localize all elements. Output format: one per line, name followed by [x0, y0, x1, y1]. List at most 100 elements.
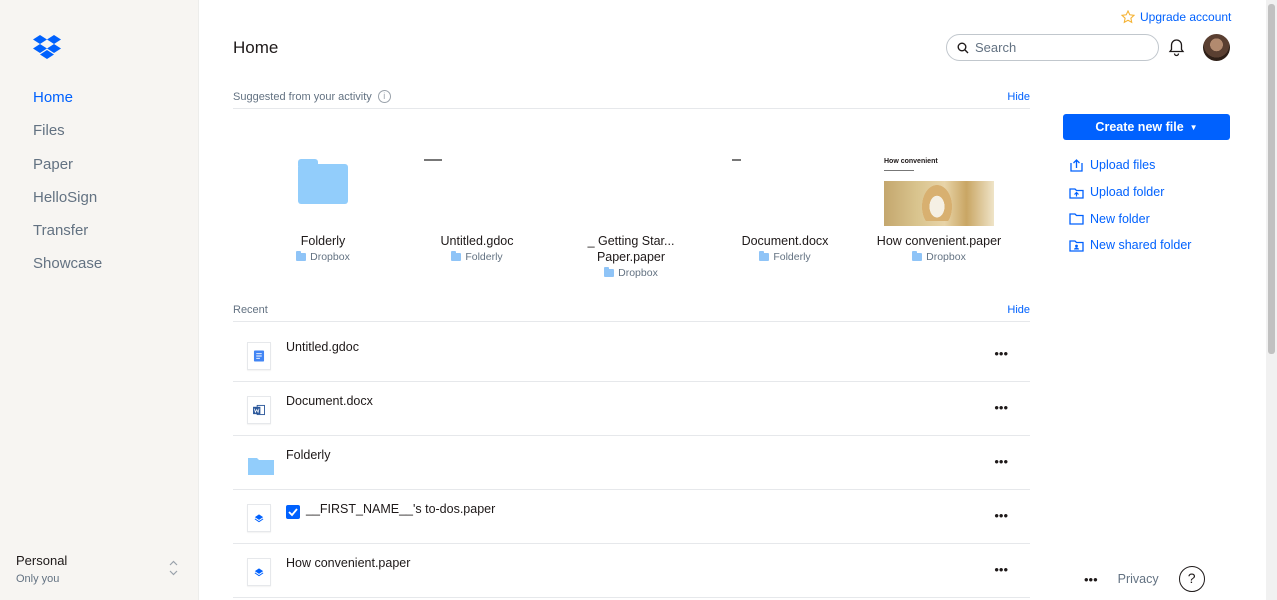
- suggested-card[interactable]: _ Getting Star... Paper.paper Dropbox: [556, 150, 706, 279]
- suggested-card[interactable]: Untitled.gdoc Folderly: [402, 150, 552, 263]
- folder-icon: [296, 251, 307, 261]
- paper-thumbnail: [556, 150, 706, 230]
- card-title: Document.docx: [741, 234, 829, 248]
- checkbox-icon: [286, 505, 300, 519]
- shared-folder-icon: [1069, 240, 1084, 252]
- list-item[interactable]: __FIRST_NAME__'s to-dos.paper •••: [233, 490, 1030, 544]
- scrollbar-thumb[interactable]: [1268, 4, 1275, 354]
- create-new-file-label: Create new file: [1095, 120, 1184, 134]
- card-location: Dropbox: [618, 267, 658, 279]
- list-item[interactable]: Document.docx •••: [233, 382, 1030, 436]
- suggested-header: Suggested from your activity i Hide: [233, 85, 1030, 109]
- account-name: Personal: [16, 553, 68, 568]
- recent-label: Recent: [233, 303, 268, 316]
- suggested-cards: Folderly Dropbox Untitled.gdoc Folderly …: [233, 150, 1030, 285]
- sidebar: Home Files Paper HelloSign Transfer Show…: [0, 0, 199, 600]
- list-item[interactable]: Folderly •••: [233, 436, 1030, 490]
- recent-hide-button[interactable]: Hide: [1007, 304, 1030, 316]
- new-folder-icon: [1069, 213, 1084, 225]
- upload-files-label: Upload files: [1090, 158, 1156, 173]
- more-options-icon[interactable]: •••: [994, 346, 1008, 361]
- card-location: Folderly: [773, 251, 811, 263]
- dropbox-logo-icon[interactable]: [33, 35, 61, 59]
- more-options-icon[interactable]: •••: [994, 400, 1008, 415]
- upgrade-account-link[interactable]: Upgrade account: [1121, 10, 1231, 24]
- search-input[interactable]: [975, 40, 1145, 55]
- card-title: How convenient.paper: [876, 234, 1002, 248]
- word-icon: [247, 396, 271, 424]
- file-name: __FIRST_NAME__'s to-dos.paper: [306, 502, 496, 516]
- more-options-icon[interactable]: •••: [994, 562, 1008, 577]
- folder-thumbnail: [248, 150, 398, 230]
- card-title: Untitled.gdoc: [440, 234, 514, 248]
- sidebar-item-files[interactable]: Files: [33, 121, 102, 154]
- upload-folder-action[interactable]: Upload folder: [1069, 179, 1191, 206]
- file-name: Document.docx: [286, 394, 373, 408]
- suggested-card[interactable]: Folderly Dropbox: [248, 150, 398, 263]
- account-switcher[interactable]: Personal Only you: [16, 553, 184, 586]
- card-title: _ Getting Star... Paper.paper: [587, 234, 675, 264]
- file-name: How convenient.paper: [286, 556, 411, 570]
- upload-folder-icon: [1069, 187, 1084, 199]
- scrollbar[interactable]: [1266, 0, 1277, 600]
- more-icon[interactable]: •••: [1084, 572, 1098, 587]
- thumb-caption: How convenient: [884, 158, 938, 165]
- privacy-link[interactable]: Privacy: [1118, 572, 1159, 586]
- recent-list: Untitled.gdoc ••• Document.docx ••• Fold…: [233, 328, 1030, 598]
- help-icon[interactable]: ?: [1178, 566, 1205, 592]
- sidebar-item-showcase[interactable]: Showcase: [33, 254, 102, 287]
- footer: ••• Privacy ?: [1084, 566, 1205, 592]
- folder-icon: [248, 458, 274, 475]
- card-location: Dropbox: [310, 251, 350, 263]
- new-folder-action[interactable]: New folder: [1069, 205, 1191, 232]
- document-thumbnail: [402, 150, 552, 230]
- caret-down-icon: ▼: [1189, 122, 1198, 132]
- upgrade-label: Upgrade account: [1140, 10, 1232, 24]
- bell-icon[interactable]: [1168, 38, 1185, 57]
- suggested-hide-button[interactable]: Hide: [1007, 91, 1030, 103]
- sidebar-item-transfer[interactable]: Transfer: [33, 221, 102, 254]
- folder-icon: [912, 251, 923, 261]
- recent-header: Recent Hide: [233, 298, 1030, 322]
- paper-icon: [247, 504, 271, 532]
- paper-icon: [247, 558, 271, 586]
- gdoc-icon: [247, 342, 271, 370]
- upload-folder-label: Upload folder: [1090, 185, 1165, 200]
- upload-files-icon: [1070, 158, 1083, 172]
- info-icon[interactable]: i: [377, 90, 391, 103]
- sidebar-item-paper[interactable]: Paper: [33, 155, 102, 188]
- new-shared-folder-label: New shared folder: [1090, 238, 1192, 253]
- folder-icon: [298, 159, 348, 204]
- create-new-file-button[interactable]: Create new file ▼: [1063, 114, 1230, 140]
- document-thumbnail: [710, 150, 860, 230]
- account-sub: Only you: [16, 573, 60, 585]
- new-shared-folder-action[interactable]: New shared folder: [1069, 232, 1191, 259]
- card-location: Folderly: [465, 251, 503, 263]
- folder-icon: [451, 251, 462, 261]
- file-name: Folderly: [286, 448, 331, 462]
- suggested-label: Suggested from your activity: [233, 90, 372, 103]
- sidebar-nav: Home Files Paper HelloSign Transfer Show…: [33, 88, 102, 288]
- doge-image: [884, 181, 994, 226]
- page-title: Home: [233, 38, 279, 57]
- suggested-card[interactable]: Document.docx Folderly: [710, 150, 860, 263]
- sidebar-item-home[interactable]: Home: [33, 88, 102, 121]
- action-list: Upload files Upload folder New folder Ne…: [1069, 152, 1191, 259]
- folder-icon: [759, 251, 770, 261]
- new-folder-label: New folder: [1090, 211, 1150, 226]
- chevron-updown-icon: [169, 560, 178, 576]
- more-options-icon[interactable]: •••: [994, 454, 1008, 469]
- upload-files-action[interactable]: Upload files: [1069, 152, 1191, 179]
- search-box[interactable]: [946, 34, 1159, 61]
- list-item[interactable]: Untitled.gdoc •••: [233, 328, 1030, 382]
- avatar[interactable]: [1203, 34, 1230, 61]
- list-item[interactable]: How convenient.paper •••: [233, 544, 1030, 598]
- sidebar-item-hellosign[interactable]: HelloSign: [33, 188, 102, 221]
- file-name: Untitled.gdoc: [286, 340, 359, 354]
- more-options-icon[interactable]: •••: [994, 508, 1008, 523]
- card-title: Folderly: [300, 234, 346, 248]
- card-location: Dropbox: [926, 251, 966, 263]
- folder-icon: [604, 267, 615, 277]
- star-icon: [1121, 10, 1135, 24]
- search-icon: [957, 42, 969, 53]
